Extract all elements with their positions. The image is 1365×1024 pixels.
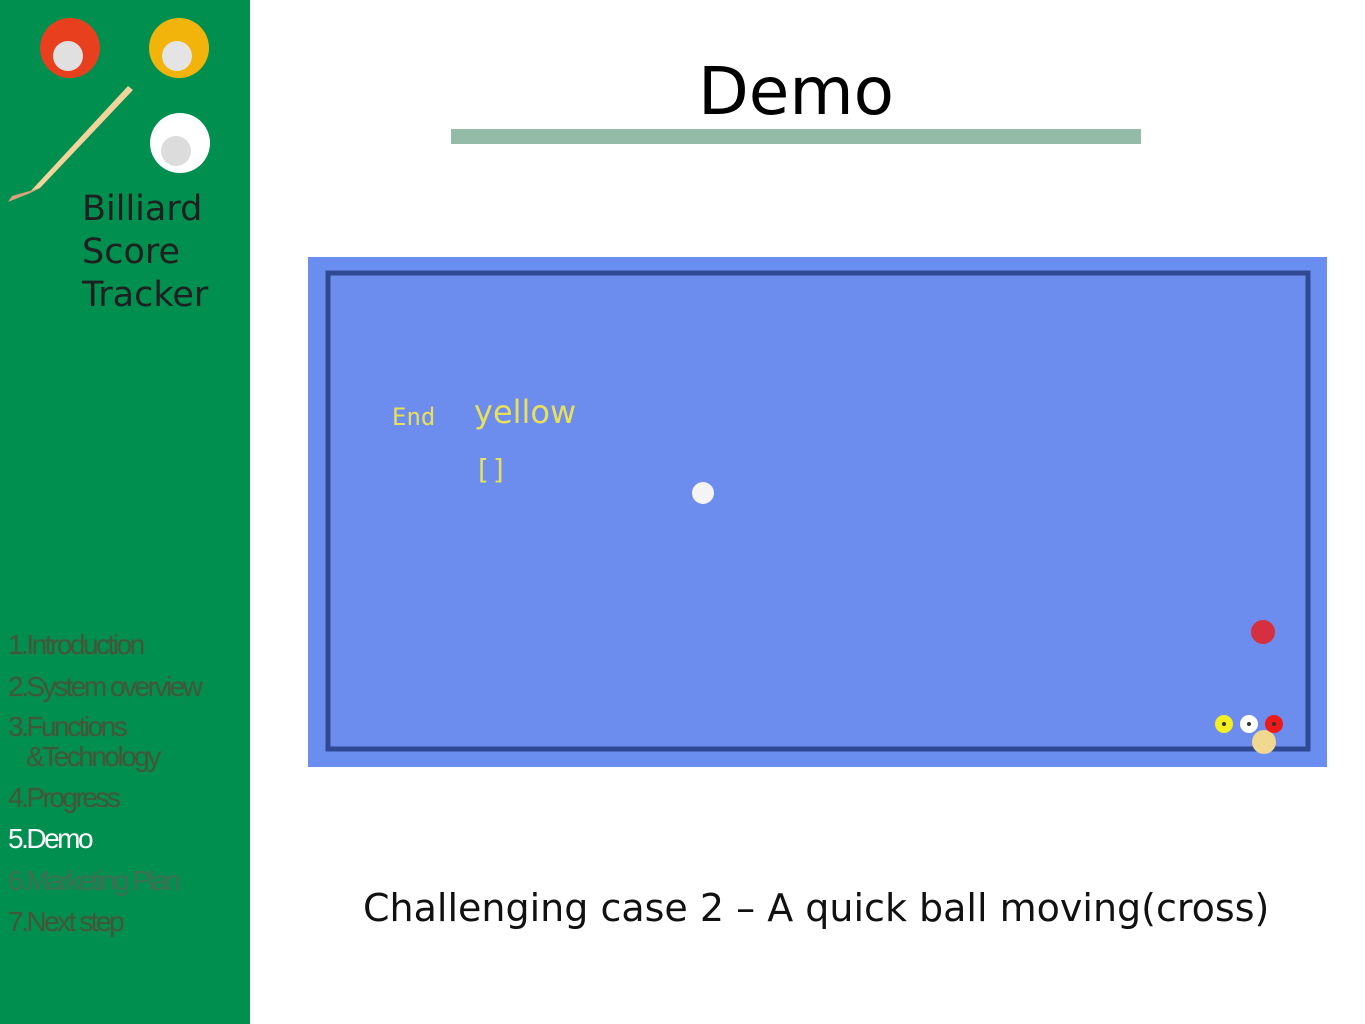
brand-line-1: Billiard (82, 189, 203, 229)
nav-item-functions-technology[interactable]: 3.Functions &Technology (8, 712, 248, 783)
overlay-status-text: End (392, 403, 435, 431)
nav-item-next-step[interactable]: 7.Next step (8, 907, 248, 947)
nav-item-demo[interactable]: 5.Demo (8, 824, 248, 866)
nav-item-functions-line1: 3.Functions (8, 711, 128, 742)
yellow-ball-icon (149, 18, 209, 78)
demo-video-frame[interactable]: End yellow [] (308, 257, 1327, 767)
overlay-ball-text: yellow (474, 393, 576, 431)
white-cue-ball (692, 482, 714, 504)
cue-stick-icon (8, 86, 133, 202)
sidebar: Billiard Score Tracker 1.Introduction 2.… (0, 0, 250, 1024)
brand-line-3: Tracker (82, 275, 209, 315)
table-cushion-border (325, 270, 1311, 752)
nav-item-functions-line2: &Technology (26, 741, 161, 772)
white-ball-icon (150, 113, 210, 173)
video-caption: Challenging case 2 – A quick ball moving… (363, 886, 1270, 930)
red-ball (1251, 620, 1275, 644)
yellow-ball (1252, 730, 1276, 754)
red-ball-icon (40, 18, 100, 78)
brand-line-2: Score (82, 232, 181, 272)
billiard-table-view: End yellow [] (308, 257, 1327, 767)
overlay-brackets-text: [] (474, 453, 508, 486)
nav-item-marketing-plan[interactable]: 6.Marketing Plan (8, 866, 248, 907)
slide-title: Demo (697, 53, 895, 130)
billiard-logo (8, 18, 210, 202)
nav-item-progress[interactable]: 4.Progress (8, 783, 248, 824)
brand-title: Billiard Score Tracker (82, 188, 208, 317)
nav-item-introduction[interactable]: 1.Introduction (8, 630, 248, 672)
title-underline (451, 129, 1141, 144)
nav-item-system-overview[interactable]: 2.System overview (8, 672, 248, 712)
section-nav: 1.Introduction 2.System overview 3.Funct… (8, 630, 248, 947)
